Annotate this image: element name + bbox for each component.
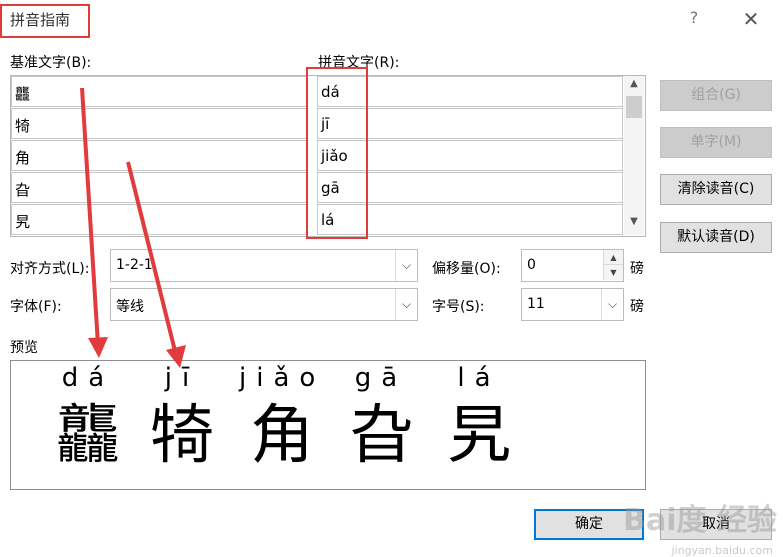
preview-item: dá 龘 [53, 361, 123, 471]
group-button[interactable]: 组合(G) [660, 80, 772, 111]
font-label: 字体(F): [10, 299, 62, 315]
preview-char: 角 [250, 399, 314, 473]
scroll-down-icon[interactable]: ▼ [624, 216, 644, 232]
scrollbar-thumb[interactable] [626, 96, 642, 118]
preview-item: lá 旯 [439, 361, 519, 471]
base-text-field[interactable]: 旯 [11, 204, 308, 235]
chevron-down-icon[interactable]: ⌵ [601, 289, 623, 320]
base-text-field[interactable]: 角 [11, 140, 308, 171]
font-value: 等线 [116, 299, 144, 315]
preview-item: jī 犄 [147, 361, 217, 471]
preview-char: 旮 [349, 399, 413, 473]
default-reading-button[interactable]: 默认读音(D) [660, 222, 772, 253]
base-text-field[interactable]: 旮 [11, 172, 308, 203]
preview-char: 犄 [150, 399, 214, 473]
pinyin-highlight-box [306, 67, 368, 239]
size-unit: 磅 [630, 299, 644, 315]
base-text-field[interactable]: 龘 [11, 76, 308, 107]
chevron-down-icon[interactable]: ⌵ [395, 250, 417, 281]
offset-label: 偏移量(O): [432, 261, 501, 277]
base-text-label: 基准文字(B): [10, 55, 92, 71]
preview-label: 预览 [10, 340, 38, 356]
title-highlight-box [0, 4, 90, 38]
size-label: 字号(S): [432, 299, 485, 315]
spin-up-icon[interactable]: ▲ [603, 250, 623, 265]
spin-down-icon[interactable]: ▼ [603, 265, 623, 280]
offset-spinner[interactable]: 0 ▲ ▼ [521, 249, 624, 282]
title-bar [0, 0, 783, 40]
baidu-watermark-url: jingyan.baidu.com [671, 544, 773, 557]
close-icon[interactable]: ✕ [738, 6, 764, 32]
preview-char: 龘 [56, 399, 120, 473]
preview-item: gā 旮 [341, 361, 421, 471]
preview-char: 旯 [447, 399, 511, 473]
alignment-select[interactable]: 1-2-1 ⌵ [110, 249, 418, 282]
preview-pinyin: dá [61, 363, 115, 393]
preview-pinyin: jī [164, 363, 200, 393]
single-char-button[interactable]: 单字(M) [660, 127, 772, 158]
baidu-watermark: Bai度 经验 [623, 503, 777, 538]
base-text-field[interactable]: 犄 [11, 108, 308, 139]
offset-unit: 磅 [630, 261, 644, 277]
chevron-down-icon[interactable]: ⌵ [395, 289, 417, 320]
size-value: 11 [527, 296, 545, 312]
preview-pinyin: lá [457, 363, 501, 393]
offset-value: 0 [527, 257, 536, 273]
help-icon[interactable]: ? [684, 8, 704, 27]
size-select[interactable]: 11 ⌵ [521, 288, 624, 321]
alignment-label: 对齐方式(L): [10, 261, 90, 277]
preview-pinyin: gā [354, 363, 408, 393]
preview-box: dá 龘 jī 犄 jiǎo 角 gā 旮 lá 旯 [10, 360, 646, 490]
scroll-up-icon[interactable]: ▲ [624, 78, 644, 94]
alignment-value: 1-2-1 [116, 257, 153, 273]
clear-reading-button[interactable]: 清除读音(C) [660, 174, 772, 205]
preview-pinyin: jiǎo [239, 363, 326, 393]
preview-item: jiǎo 角 [239, 361, 325, 471]
font-select[interactable]: 等线 ⌵ [110, 288, 418, 321]
